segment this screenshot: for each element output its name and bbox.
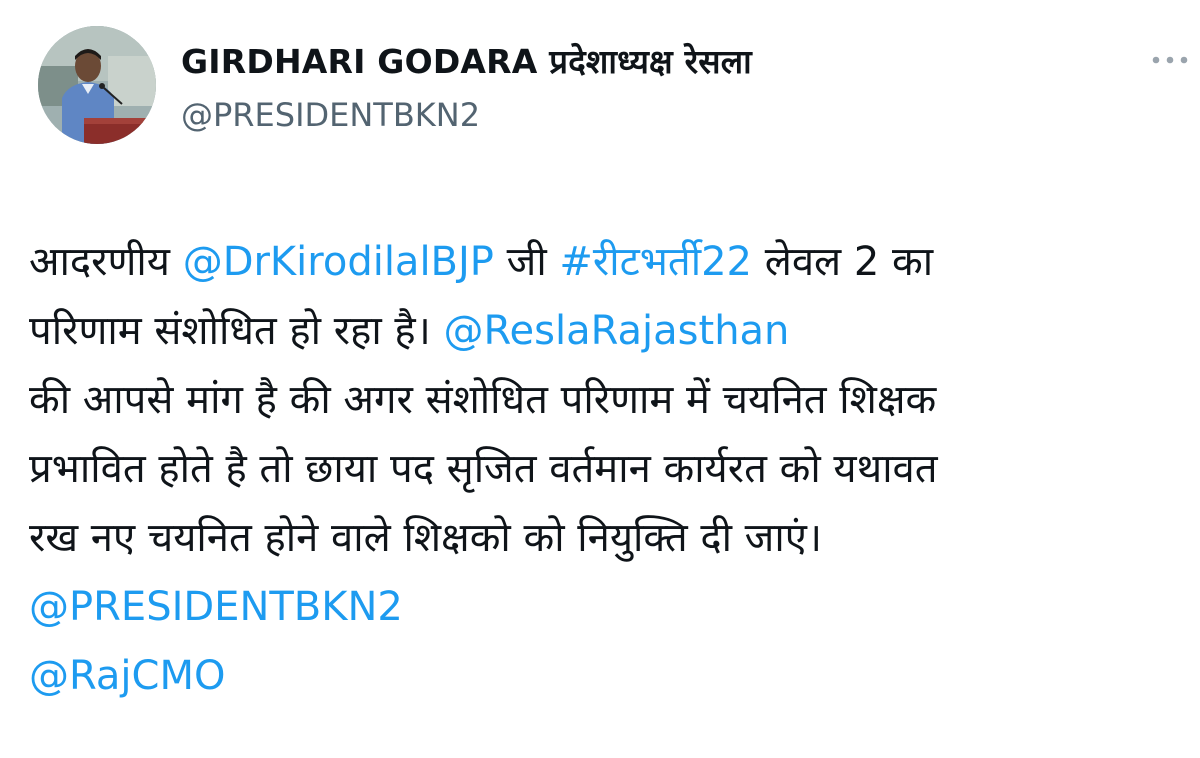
tweet-line-6: @PRESIDENTBKN2 xyxy=(29,573,1179,642)
mention-link[interactable]: @RajCMO xyxy=(29,653,225,699)
mention-link[interactable]: @DrKirodilalBJP xyxy=(183,239,494,285)
hashtag-link[interactable]: #रीटभर्ती22 xyxy=(559,239,752,285)
tweet-line-3: की आपसे मांग है की अगर संशोधित परिणाम मे… xyxy=(29,377,937,423)
tweet-card: GIRDHARI GODARA प्रदेशाध्यक्ष रेसला @PRE… xyxy=(0,0,1200,758)
author-display-name[interactable]: GIRDHARI GODARA प्रदेशाध्यक्ष रेसला xyxy=(181,38,752,83)
author-handle[interactable]: @PRESIDENTBKN2 xyxy=(181,96,480,134)
author-avatar[interactable] xyxy=(38,26,156,144)
tweet-line-4: प्रभावित होते है तो छाया पद सृजित वर्तमा… xyxy=(29,446,938,492)
tweet-text: आदरणीय @DrKirodilalBJP जी #रीटभर्ती22 ले… xyxy=(29,228,1179,711)
more-options-button[interactable] xyxy=(1148,46,1192,74)
tweet-text-segment: परिणाम संशोधित हो रहा है। xyxy=(29,308,444,354)
mention-link[interactable]: @ReslaRajasthan xyxy=(444,308,790,354)
mention-link[interactable]: @PRESIDENTBKN2 xyxy=(29,584,403,630)
tweet-line-2: परिणाम संशोधित हो रहा है। @ReslaRajastha… xyxy=(29,297,1179,366)
avatar-photo xyxy=(38,26,156,144)
tweet-line-7: @RajCMO xyxy=(29,642,1179,711)
tweet-line-5: रख नए चयनित होने वाले शिक्षको को नियुक्त… xyxy=(29,515,822,561)
more-horizontal-icon xyxy=(1152,56,1188,64)
tweet-text-segment: आदरणीय xyxy=(29,239,183,285)
tweet-text-segment: लेवल 2 का xyxy=(751,239,934,285)
tweet-text-segment: जी xyxy=(493,239,560,285)
tweet-line-1: आदरणीय @DrKirodilalBJP जी #रीटभर्ती22 ले… xyxy=(29,228,1179,297)
